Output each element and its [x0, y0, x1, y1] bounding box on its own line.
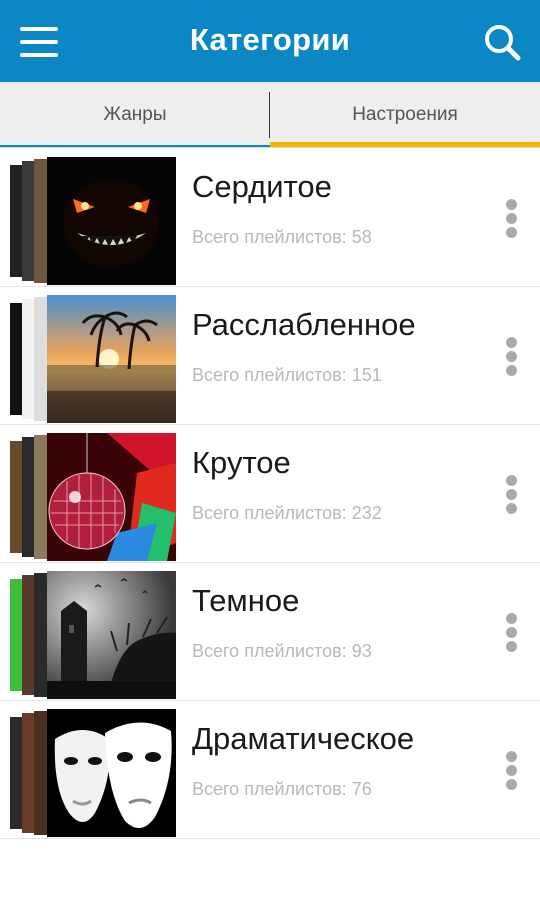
playlist-count: Всего плейлистов: 232: [192, 503, 382, 524]
dark-cover-image: [47, 571, 176, 699]
playlist-cover-stack: [10, 571, 176, 699]
angry-cover-image: [47, 157, 176, 285]
playlist-count-value: 58: [351, 227, 372, 247]
playlist-count-value: 232: [351, 503, 382, 523]
playlist-count-label: Всего плейлистов:: [192, 779, 347, 799]
category-title: Расслабленное: [192, 307, 416, 342]
list-item-dramatic[interactable]: Драматическое Всего плейлистов: 76: [0, 701, 540, 839]
playlist-count-value: 93: [351, 641, 372, 661]
playlist-count-label: Всего плейлистов:: [192, 641, 347, 661]
more-options-icon[interactable]: [502, 751, 522, 791]
search-icon[interactable]: [482, 22, 522, 62]
more-options-icon[interactable]: [502, 613, 522, 653]
tab-genres-underline: [0, 145, 270, 147]
cool-cover-image: [47, 433, 176, 561]
tab-moods[interactable]: Настроения: [270, 82, 540, 148]
tab-genres[interactable]: Жанры: [0, 82, 270, 148]
dramatic-cover-image: [47, 709, 176, 837]
relaxed-cover-image: [47, 295, 176, 423]
category-tabs: Жанры Настроения: [0, 82, 540, 148]
playlist-count: Всего плейлистов: 58: [192, 227, 372, 248]
list-item-relaxed[interactable]: Расслабленное Всего плейлистов: 151: [0, 287, 540, 425]
category-title: Крутое: [192, 445, 291, 480]
playlist-cover-stack: [10, 709, 176, 837]
list-item-dark[interactable]: Темное Всего плейлистов: 93: [0, 563, 540, 701]
playlist-count-value: 151: [351, 365, 382, 385]
playlist-count-label: Всего плейлистов:: [192, 503, 347, 523]
playlist-cover-stack: [10, 433, 176, 561]
playlist-count-label: Всего плейлистов:: [192, 227, 347, 247]
playlist-count: Всего плейлистов: 76: [192, 779, 372, 800]
category-title: Сердитое: [192, 169, 332, 204]
playlist-count-value: 76: [351, 779, 372, 799]
category-title: Темное: [192, 583, 300, 618]
app-bar: Категории: [0, 0, 540, 82]
more-options-icon[interactable]: [502, 475, 522, 515]
playlist-count: Всего плейлистов: 151: [192, 365, 382, 386]
playlist-count-label: Всего плейлистов:: [192, 365, 347, 385]
list-item-angry[interactable]: Сердитое Всего плейлистов: 58: [0, 149, 540, 287]
playlist-cover-stack: [10, 157, 176, 285]
list-item-cool[interactable]: Крутое Всего плейлистов: 232: [0, 425, 540, 563]
more-options-icon[interactable]: [502, 199, 522, 239]
tab-moods-active-indicator: [270, 142, 540, 147]
more-options-icon[interactable]: [502, 337, 522, 377]
mood-list: Сердитое Всего плейлистов: 58 Расслаблен…: [0, 149, 540, 839]
playlist-count: Всего плейлистов: 93: [192, 641, 372, 662]
category-title: Драматическое: [192, 721, 415, 756]
page-title: Категории: [189, 22, 351, 57]
playlist-cover-stack: [10, 295, 176, 423]
